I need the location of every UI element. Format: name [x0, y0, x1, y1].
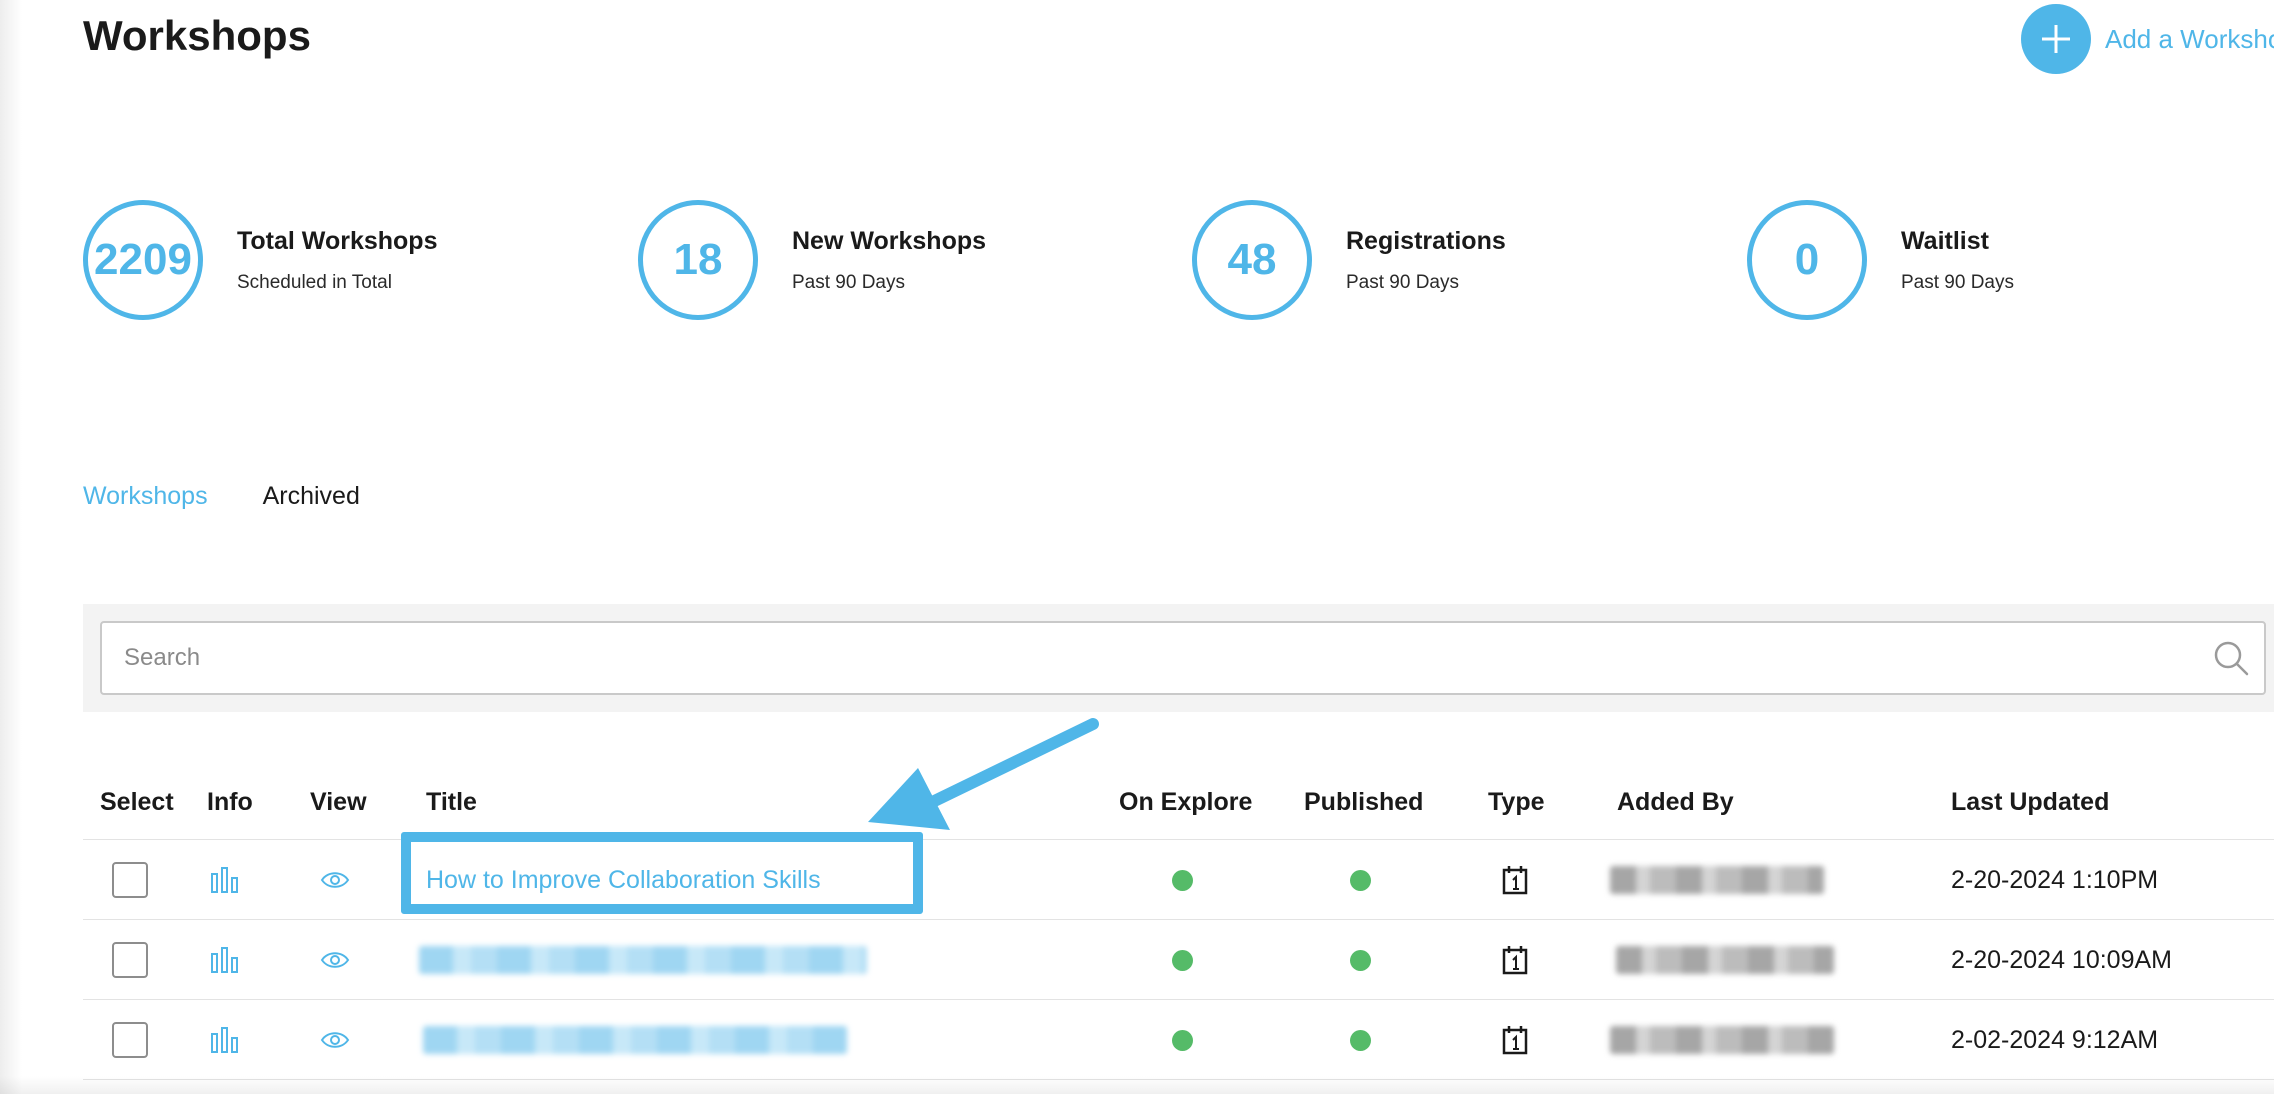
search-bar-container	[83, 604, 2274, 712]
stat-value-circle: 0	[1747, 200, 1867, 320]
bar-chart-icon[interactable]	[210, 1026, 240, 1054]
column-header-view: View	[310, 788, 367, 816]
table-row: 2-20-2024 10:09AM	[83, 920, 2274, 1000]
search-input[interactable]	[124, 623, 2184, 693]
stat-text: Registrations Past 90 Days	[1346, 227, 1506, 294]
stat-value-circle: 48	[1192, 200, 1312, 320]
calendar-icon	[1502, 946, 1528, 975]
sidebar-edge-shadow	[0, 0, 22, 1094]
stat-text: Total Workshops Scheduled in Total	[237, 227, 437, 294]
stat-subtitle: Past 90 Days	[1346, 271, 1459, 293]
row-select-checkbox[interactable]	[112, 1022, 148, 1058]
last-updated-date: 2-02-2024 9:12AM	[1951, 1025, 2159, 1054]
added-by-redacted	[1616, 946, 1834, 974]
search-icon[interactable]	[2212, 639, 2250, 677]
tab-archived[interactable]: Archived	[263, 482, 360, 511]
stat-new-workshops: 18 New Workshops Past 90 Days	[638, 200, 986, 320]
last-updated-date: 2-20-2024 1:10PM	[1951, 865, 2159, 894]
tabs: Workshops Archived	[83, 482, 415, 511]
bar-chart-icon[interactable]	[210, 946, 240, 974]
stat-text: New Workshops Past 90 Days	[792, 227, 986, 294]
published-status-dot	[1350, 869, 1371, 891]
page-title: Workshops	[83, 12, 311, 59]
stat-waitlist: 0 Waitlist Past 90 Days	[1747, 200, 2014, 320]
column-header-title[interactable]: Title	[426, 788, 477, 817]
stat-subtitle: Past 90 Days	[792, 271, 905, 293]
column-header-on-explore[interactable]: On Explore	[1119, 788, 1252, 817]
calendar-icon	[1502, 866, 1528, 895]
workshops-table: Select Info View Title On Explore Publis…	[83, 770, 2274, 1080]
stat-title: Total Workshops	[237, 226, 438, 255]
workshop-title-redacted[interactable]	[423, 1026, 847, 1054]
row-select-checkbox[interactable]	[112, 942, 148, 978]
add-workshop-label[interactable]: Add a Worksho	[2105, 24, 2274, 55]
search-box[interactable]	[100, 621, 2266, 695]
column-header-published[interactable]: Published	[1304, 788, 1423, 817]
tab-workshops[interactable]: Workshops	[83, 482, 208, 511]
column-header-info: Info	[207, 788, 253, 816]
published-status-dot	[1350, 1029, 1371, 1051]
calendar-icon	[1502, 1026, 1528, 1055]
stat-registrations: 48 Registrations Past 90 Days	[1192, 200, 1506, 320]
eye-icon[interactable]	[320, 869, 350, 891]
column-header-select: Select	[100, 788, 174, 816]
plus-icon[interactable]	[2021, 4, 2091, 74]
column-header-added-by[interactable]: Added By	[1617, 788, 1734, 817]
stat-title: Registrations	[1346, 226, 1506, 255]
table-row: 2-02-2024 9:12AM	[83, 1000, 2274, 1080]
eye-icon[interactable]	[320, 949, 350, 971]
stat-text: Waitlist Past 90 Days	[1901, 227, 2014, 294]
workshop-title-redacted[interactable]	[419, 946, 867, 974]
bar-chart-icon[interactable]	[210, 866, 240, 894]
stat-subtitle: Scheduled in Total	[237, 271, 392, 293]
on-explore-status-dot	[1172, 869, 1193, 891]
workshops-page: Workshops Add a Worksho 2209 Total Works…	[0, 0, 2274, 1094]
stat-value-circle: 18	[638, 200, 758, 320]
table-row: How to Improve Collaboration Skills 2-20…	[83, 832, 2274, 920]
eye-icon[interactable]	[320, 1029, 350, 1051]
column-header-last-updated[interactable]: Last Updated	[1951, 788, 2109, 817]
added-by-redacted	[1610, 866, 1824, 894]
bottom-edge-shadow	[0, 1076, 2274, 1094]
on-explore-status-dot	[1172, 1029, 1193, 1051]
workshop-title-link[interactable]: How to Improve Collaboration Skills	[426, 866, 821, 895]
added-by-redacted	[1610, 1026, 1834, 1054]
stat-title: Waitlist	[1901, 226, 1989, 255]
add-workshop-button[interactable]: Add a Worksho	[2021, 4, 2274, 74]
row-select-checkbox[interactable]	[112, 862, 148, 898]
table-header: Select Info View Title On Explore Publis…	[83, 770, 2274, 840]
on-explore-status-dot	[1172, 949, 1193, 971]
stat-value-circle: 2209	[83, 200, 203, 320]
stat-total-workshops: 2209 Total Workshops Scheduled in Total	[83, 200, 437, 320]
last-updated-date: 2-20-2024 10:09AM	[1951, 945, 2172, 974]
stat-subtitle: Past 90 Days	[1901, 271, 2014, 293]
published-status-dot	[1350, 949, 1371, 971]
stat-title: New Workshops	[792, 226, 987, 255]
column-header-type[interactable]: Type	[1488, 788, 1545, 817]
